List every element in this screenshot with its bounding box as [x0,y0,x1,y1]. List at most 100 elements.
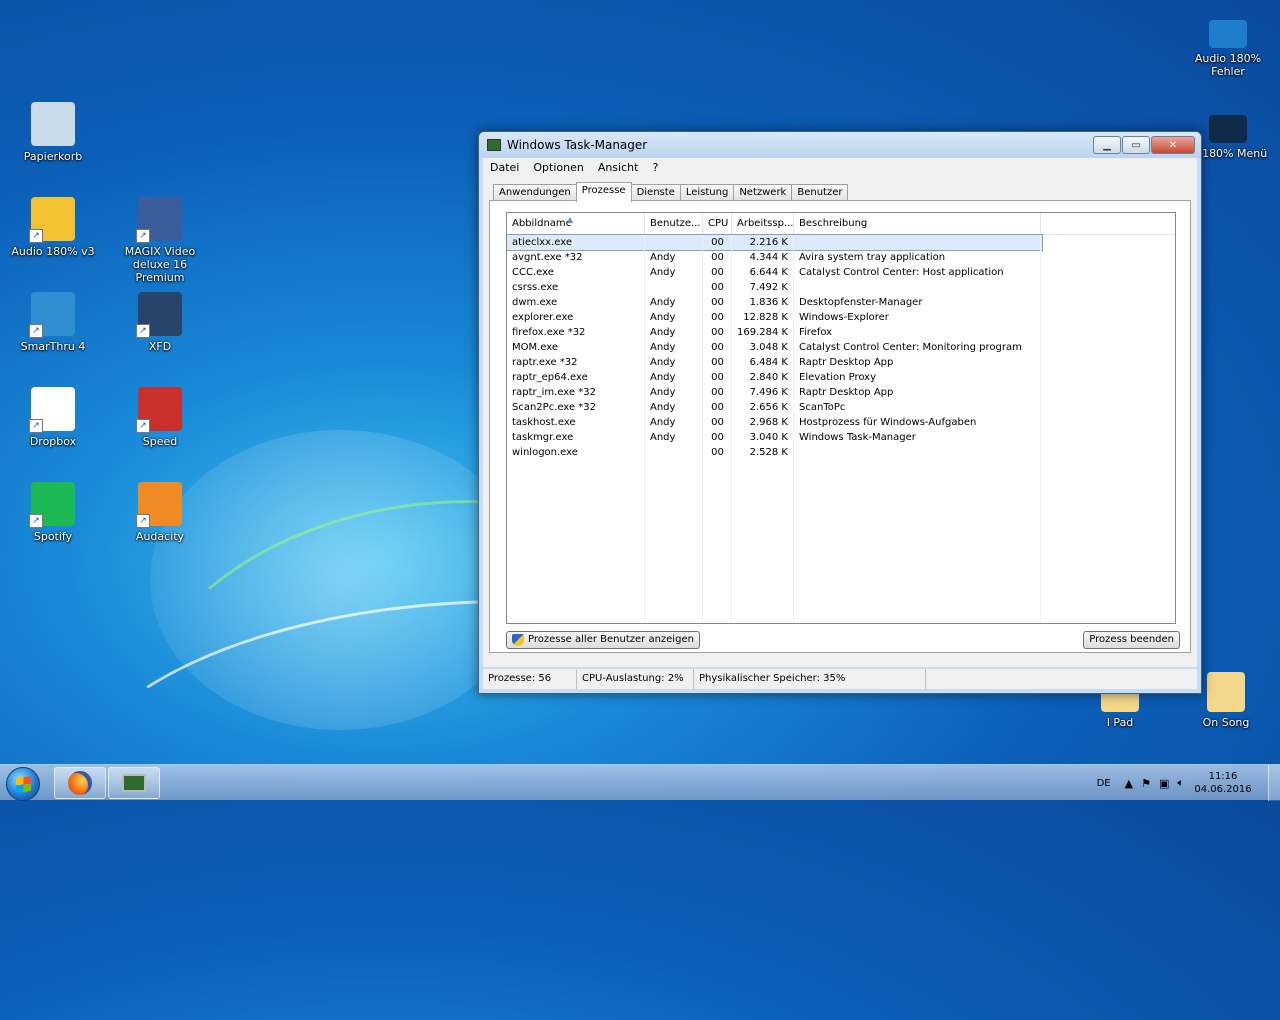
audio-error-icon [1209,20,1247,48]
column-header-description[interactable]: Beschreibung [794,213,1041,234]
taskbar-task-manager[interactable] [108,767,160,799]
process-cpu: 00 [711,282,724,293]
column-divider [793,235,794,623]
desktop-icon-label: Audio 180% v3 [11,245,95,258]
process-name: atieclxx.exe [512,237,573,248]
process-cpu: 00 [711,252,724,263]
process-row[interactable]: explorer.exe Andy 00 12.828 K Windows-Explor… [507,310,1175,325]
network-icon[interactable]: ▣ [1159,777,1169,790]
process-description: Catalyst Control Center: Monitoring prog… [799,342,1022,353]
show-desktop-button[interactable] [1268,765,1280,801]
process-memory: 2.528 K [749,447,788,458]
volume-icon[interactable]: 🔈︎ [1177,776,1184,790]
action-center-flag-icon[interactable]: ⚑ [1141,777,1151,790]
column-header-memory[interactable]: Arbeitssp... [732,213,794,234]
process-memory: 7.492 K [749,282,788,293]
language-indicator[interactable]: DE [1097,778,1111,789]
desktop-icon-spotify[interactable]: ↗ Spotify [5,482,101,543]
desktop-icon-audio-180-v3[interactable]: ↗ Audio 180% v3 [5,197,101,258]
desktop-icon-dropbox[interactable]: ↗ Dropbox [5,387,101,448]
process-cpu: 00 [711,327,724,338]
minimize-button[interactable]: ▁ [1093,136,1121,154]
process-memory: 3.048 K [749,342,788,353]
tab-dienste[interactable]: Dienste [630,184,681,201]
tab-anwendungen[interactable]: Anwendungen [493,184,577,201]
process-row[interactable]: raptr.exe *32 Andy 00 6.484 K Raptr Desktop … [507,355,1175,370]
process-list[interactable]: ▲ Abbildname Benutze... CPU Arbeitssp... … [506,212,1176,624]
desktop-icon-magix-video-deluxe-16-premium[interactable]: ↗ MAGIX Video deluxe 16 Premium [112,197,208,284]
recycle-bin-icon [31,102,75,146]
process-row[interactable]: taskhost.exe Andy 00 2.968 K Hostprozess für… [507,415,1175,430]
process-row[interactable]: winlogon.exe 00 2.528 K [507,445,1175,460]
process-row[interactable]: atieclxx.exe 00 2.216 K [507,234,1043,251]
xfd-icon: ↗ [136,292,182,338]
title-bar[interactable]: Windows Task-Manager ▁ ▭ ✕ [479,132,1201,158]
menu-help[interactable]: ? [645,161,665,174]
process-description [794,280,1041,295]
process-name: MOM.exe [512,342,559,353]
process-row[interactable]: raptr_im.exe *32 Andy 00 7.496 K Raptr Deskt… [507,385,1175,400]
process-user: Andy [650,357,676,368]
column-header-cpu[interactable]: CPU [703,213,732,234]
column-divider [702,235,703,623]
process-row[interactable]: csrss.exe 00 7.492 K [507,280,1175,295]
process-name: dwm.exe [512,297,558,308]
process-name: Scan2Pc.exe *32 [512,402,597,413]
column-header-image-name[interactable]: ▲ Abbildname [507,213,645,234]
process-description [794,445,1041,460]
tray-expand-icon[interactable]: ▲ [1125,777,1133,790]
desktop-icon-label: I Pad [1106,716,1134,729]
process-name: explorer.exe [512,312,574,323]
desktop-icon-audacity[interactable]: ↗ Audacity [112,482,208,543]
process-row[interactable]: firefox.exe *32 Andy 00 169.284 K Firefox [507,325,1175,340]
column-header-user[interactable]: Benutze... [645,213,703,234]
process-cpu: 00 [711,297,724,308]
process-user [645,235,703,250]
desktop-icon-audio-180-fehler[interactable]: Audio 180% Fehler [1178,20,1278,78]
close-button[interactable]: ✕ [1151,136,1195,154]
maximize-button[interactable]: ▭ [1122,136,1150,154]
process-name: taskhost.exe [512,417,576,428]
column-header-label: CPU [708,218,729,229]
process-row[interactable]: taskmgr.exe Andy 00 3.040 K Windows Task-Man… [507,430,1175,445]
process-cpu: 00 [711,372,724,383]
desktop-icon-xfd[interactable]: ↗ XFD [112,292,208,353]
end-process-label: Prozess beenden [1089,634,1174,645]
shortcut-arrow-icon: ↗ [29,419,43,433]
show-all-processes-button[interactable]: Prozesse aller Benutzer anzeigen [506,631,700,649]
tab-prozesse[interactable]: Prozesse [575,182,632,202]
process-row[interactable]: dwm.exe Andy 00 1.836 K Desktopfenster-Manag… [507,295,1175,310]
process-memory: 1.836 K [749,297,788,308]
tab-leistung[interactable]: Leistung [679,184,735,201]
start-button[interactable] [6,767,40,801]
processes-panel: ▲ Abbildname Benutze... CPU Arbeitssp... … [489,200,1191,653]
process-memory: 2.968 K [749,417,788,428]
process-cpu: 00 [711,267,724,278]
process-row[interactable]: CCC.exe Andy 00 6.644 K Catalyst Control Cen… [507,265,1175,280]
tab-benutzer[interactable]: Benutzer [791,184,849,201]
desktop-icon-label: MAGIX Video deluxe 16 Premium [124,245,196,284]
process-memory: 7.496 K [749,387,788,398]
process-name: raptr_ep64.exe [512,372,588,383]
process-row[interactable]: raptr_ep64.exe Andy 00 2.840 K Elevation Pro… [507,370,1175,385]
speed-icon: ↗ [136,387,182,433]
uac-shield-icon [512,634,524,646]
menu-ansicht[interactable]: Ansicht [591,161,646,174]
end-process-button[interactable]: Prozess beenden [1083,631,1180,649]
process-row[interactable]: Scan2Pc.exe *32 Andy 00 2.656 K ScanToPc [507,400,1175,415]
desktop-icon-papierkorb[interactable]: Papierkorb [5,102,101,163]
process-memory: 6.484 K [749,357,788,368]
tab-netzwerk[interactable]: Netzwerk [733,184,793,201]
desktop-icon-smarthru-4[interactable]: ↗ SmarThru 4 [5,292,101,353]
onsong-folder-icon [1207,672,1245,712]
process-row[interactable]: MOM.exe Andy 00 3.048 K Catalyst Control Cen… [507,340,1175,355]
desktop-icon-speed[interactable]: ↗ Speed [112,387,208,448]
taskbar: DE ▲ ⚑ ▣ 🔈︎ 11:16 04.06.2016 [0,764,1280,801]
clock[interactable]: 11:16 04.06.2016 [1192,770,1254,796]
process-memory: 2.656 K [749,402,788,413]
taskbar-firefox[interactable] [54,767,106,799]
menu-optionen[interactable]: Optionen [526,161,590,174]
menu-datei[interactable]: Datei [483,161,526,174]
process-row[interactable]: avgnt.exe *32 Andy 00 4.344 K Avira system t… [507,250,1175,265]
process-description: Raptr Desktop App [799,357,894,368]
